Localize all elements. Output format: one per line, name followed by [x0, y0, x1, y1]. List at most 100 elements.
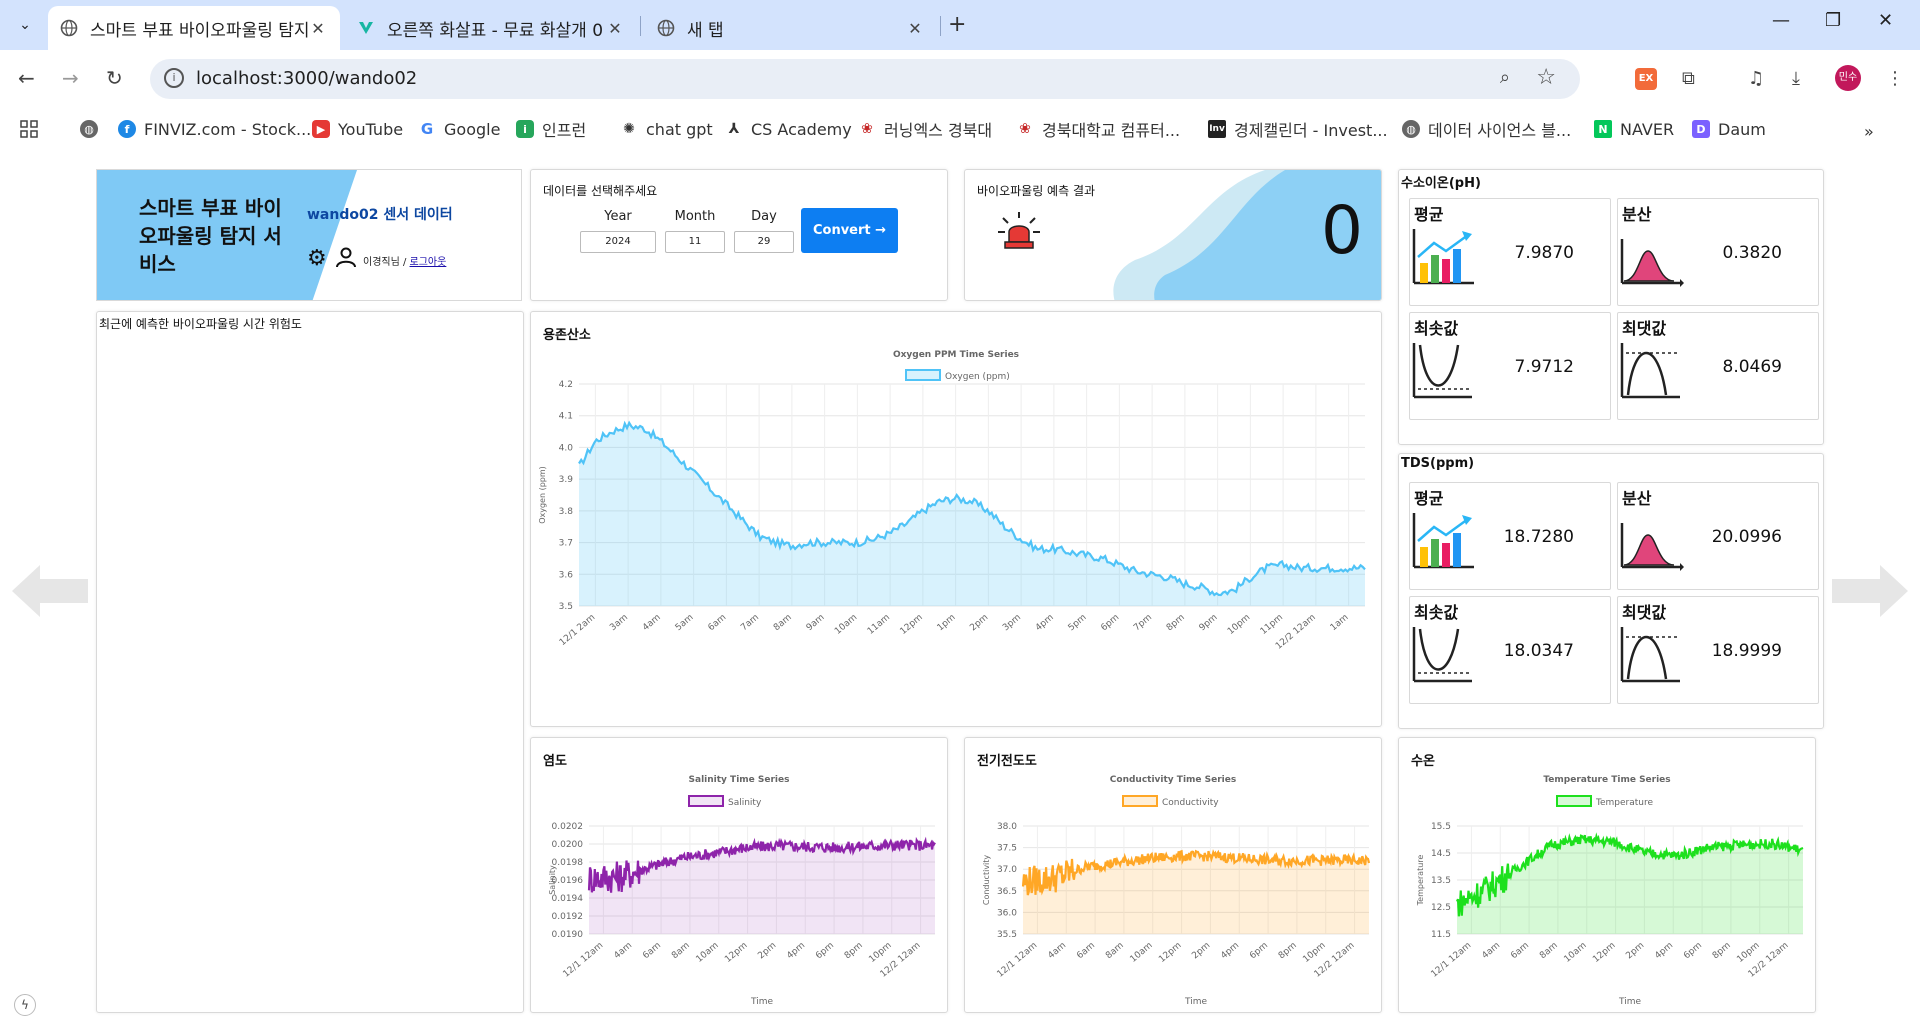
month-input[interactable]: 11 — [665, 231, 725, 253]
bookmark-daum[interactable]: D Daum — [1692, 116, 1766, 142]
tds-variance-box: 분산 20.0996 — [1617, 482, 1819, 590]
star-icon[interactable]: ☆ — [1536, 65, 1556, 90]
bookmark-chatgpt[interactable]: ✺ chat gpt — [620, 116, 713, 142]
address-bar[interactable]: i localhost:3000/wando02 ⌕ ☆ — [150, 59, 1580, 99]
forward-button[interactable]: → — [62, 66, 79, 90]
bookmark-label: Google — [444, 119, 501, 139]
minimize-button[interactable]: — — [1772, 10, 1790, 31]
stat-label: 분산 — [1622, 205, 1652, 224]
conductivity-card: 전기전도도 Conductivity Time Series Conductivi… — [964, 737, 1382, 1013]
risk-title: 최근에 예측한 바이오파울링 시간 위험도 — [99, 317, 302, 331]
globe-icon — [60, 19, 78, 37]
url-text[interactable]: localhost:3000/wando02 — [196, 68, 417, 89]
station-label: wando02 센서 데이터 — [307, 207, 453, 223]
gear-icon[interactable]: ⚙ — [307, 246, 327, 271]
bookmark-label: CS Academy — [751, 119, 852, 139]
distribution-icon — [1620, 239, 1684, 287]
bookmark-naver[interactable]: N NAVER — [1594, 116, 1674, 142]
x-tick-label: 8am — [1538, 941, 1560, 962]
bookmark-globe[interactable]: ◍ — [80, 116, 106, 142]
legend-label: Conductivity — [1162, 798, 1219, 808]
service-header-card: 스마트 부표 바이오파울링 탐지 서비스 wando02 센서 데이터 ⚙ 이경… — [96, 169, 522, 301]
y-tick-label: 3.6 — [559, 570, 574, 580]
tab-biofouling[interactable]: 스마트 부표 바이오파울링 탐지 ✕ — [48, 6, 340, 50]
convert-button[interactable]: Convert → — [801, 208, 898, 253]
x-tick-label: 12pm — [899, 613, 925, 637]
close-icon[interactable]: ✕ — [905, 19, 925, 38]
x-tick-label: 12/1 2am — [558, 613, 597, 648]
bookmark-learnx[interactable]: ❀ 러닝엑스 경북대 — [858, 116, 992, 142]
zoom-icon[interactable]: ⌕ — [1500, 67, 1510, 88]
bookmark-datascience[interactable]: ◍ 데이터 사이언스 블... — [1402, 116, 1571, 142]
y-tick-label: 36.5 — [997, 887, 1017, 897]
tab-new[interactable]: 새 탭 ✕ — [645, 6, 937, 50]
x-tick-label: 9pm — [1198, 613, 1220, 634]
tds-stats-card: TDS(ppm) 평균 18.7280 분산 20.0996 최솟값 18.03… — [1398, 453, 1824, 729]
legend-swatch — [1122, 795, 1158, 807]
profile-avatar[interactable]: 민수 — [1835, 65, 1861, 91]
bookmark-finviz[interactable]: f FINVIZ.com - Stock... — [118, 116, 311, 142]
kebab-menu-icon[interactable]: ⋮ — [1886, 68, 1904, 89]
x-tick-label: 12/1 12am — [996, 941, 1040, 980]
bookmark-knu-cse[interactable]: ❀ 경북대학교 컴퓨터... — [1016, 116, 1180, 142]
extension-ex-icon[interactable]: EX — [1635, 68, 1657, 90]
youtube-icon: ▶ — [312, 120, 330, 138]
tds-min-box: 최솟값 18.0347 — [1409, 596, 1611, 704]
bookmarks-overflow-icon[interactable]: » — [1864, 122, 1874, 141]
media-control-icon[interactable]: ♫ — [1748, 68, 1764, 89]
siren-icon — [997, 210, 1041, 254]
apps-grid-icon[interactable] — [20, 116, 38, 142]
close-icon[interactable]: ✕ — [308, 19, 328, 38]
y-tick-label: 3.8 — [559, 507, 574, 517]
bookmark-label: 러닝엑스 경북대 — [884, 121, 993, 140]
prev-arrow-button[interactable] — [12, 565, 88, 621]
service-title: 스마트 부표 바이오파울링 탐지 서비스 — [139, 196, 282, 276]
x-tick-label: 10pm — [1226, 613, 1252, 637]
restore-button[interactable]: ❐ — [1825, 10, 1841, 31]
x-tick-label: 4am — [1046, 941, 1068, 962]
y-tick-label: 11.5 — [1431, 930, 1451, 940]
next-arrow-button[interactable] — [1832, 565, 1908, 621]
bookmark-youtube[interactable]: ▶ YouTube — [312, 116, 403, 142]
year-label: Year — [604, 209, 632, 224]
x-tick-label: 10am — [1129, 941, 1155, 965]
tds-variance-value: 20.0996 — [1711, 527, 1782, 547]
new-tab-button[interactable]: + — [948, 12, 966, 37]
legend-swatch — [905, 369, 941, 381]
year-input[interactable]: 2024 — [580, 231, 656, 253]
x-tick-label: 4pm — [1034, 613, 1056, 634]
logout-link[interactable]: 로그아웃 — [410, 257, 447, 268]
bookmark-inflearn[interactable]: i 인프런 — [516, 116, 586, 142]
y-tick-label: 3.5 — [559, 602, 573, 612]
bookmark-google[interactable]: G Google — [418, 116, 500, 142]
day-input[interactable]: 29 — [734, 231, 794, 253]
close-window-button[interactable]: ✕ — [1878, 10, 1893, 31]
site-info-icon[interactable]: i — [164, 68, 184, 88]
x-tick-label: 9am — [805, 613, 827, 634]
download-icon[interactable]: ⤓ — [1792, 68, 1800, 89]
globe-icon — [657, 19, 675, 37]
y-tick-label: 13.5 — [1431, 876, 1451, 886]
plus-icon: + — [948, 12, 967, 37]
tab-title: 오른쪽 화살표 - 무료 화살개 0 — [387, 20, 604, 41]
y-tick-label: 3.7 — [559, 539, 573, 549]
back-button[interactable]: ← — [18, 66, 35, 90]
bookmark-cs-academy[interactable]: ⅄ CS Academy — [725, 116, 852, 142]
bookmark-investing[interactable]: Inv 경제캘린더 - Invest... — [1208, 116, 1388, 142]
ph-min-value: 7.9712 — [1514, 357, 1574, 377]
extensions-puzzle-icon[interactable]: ⧉ — [1682, 68, 1695, 89]
tab-search-button[interactable]: ⌄ — [8, 8, 42, 42]
bookmark-label: 데이터 사이언스 블... — [1428, 121, 1572, 140]
x-tick-label: 6pm — [1682, 941, 1704, 962]
tab-arrow[interactable]: 오른쪽 화살표 - 무료 화살개 0 ✕ — [345, 6, 637, 50]
close-icon[interactable]: ✕ — [605, 19, 625, 38]
x-tick-label: 4pm — [1653, 941, 1675, 962]
lightning-icon[interactable]: ϟ — [14, 994, 36, 1016]
y-axis-label: Salinity — [548, 865, 557, 895]
y-tick-label: 15.5 — [1431, 822, 1451, 832]
user-icon[interactable] — [335, 246, 357, 273]
openai-icon: ✺ — [620, 120, 638, 138]
reload-button[interactable]: ↻ — [106, 66, 123, 90]
chart-title: Oxygen PPM Time Series — [893, 350, 1019, 360]
investing-icon: Inv — [1208, 120, 1226, 138]
